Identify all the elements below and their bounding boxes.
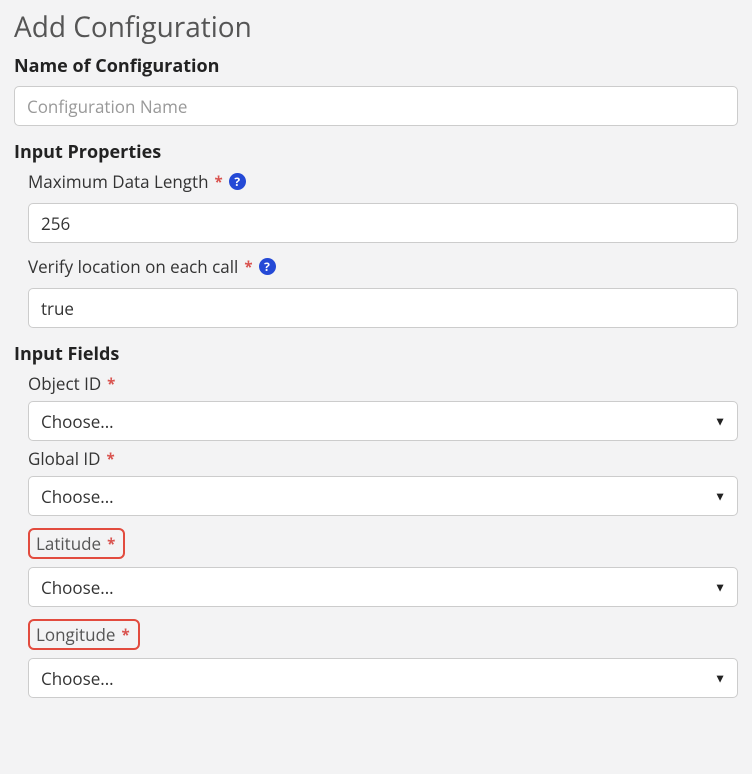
- longitude-label: Longitude: [36, 623, 115, 646]
- object-id-select-wrap: Choose... ▼: [28, 401, 738, 441]
- input-properties-heading: Input Properties: [14, 140, 738, 164]
- verify-location-input[interactable]: [28, 288, 738, 328]
- object-id-label: Object ID: [28, 372, 101, 395]
- verify-location-label: Verify location on each call: [28, 255, 238, 278]
- input-fields-heading: Input Fields: [14, 342, 738, 366]
- required-asterisk: *: [215, 172, 223, 192]
- latitude-select-wrap: Choose... ▼: [28, 567, 738, 607]
- required-asterisk: *: [107, 449, 115, 469]
- name-config-label: Name of Configuration: [14, 54, 738, 78]
- longitude-select-wrap: Choose... ▼: [28, 658, 738, 698]
- required-asterisk: *: [244, 257, 252, 277]
- help-icon[interactable]: ?: [229, 173, 246, 190]
- max-data-length-label: Maximum Data Length: [28, 170, 209, 193]
- global-id-label: Global ID: [28, 447, 101, 470]
- global-id-select[interactable]: Choose...: [28, 476, 738, 516]
- page-title: Add Configuration: [14, 8, 738, 46]
- required-asterisk: *: [107, 534, 115, 554]
- latitude-label-row-highlighted: Latitude *: [28, 528, 125, 559]
- required-asterisk: *: [107, 374, 115, 394]
- required-asterisk: *: [121, 625, 129, 645]
- longitude-select[interactable]: Choose...: [28, 658, 738, 698]
- help-icon[interactable]: ?: [259, 258, 276, 275]
- verify-location-label-row: Verify location on each call * ?: [28, 255, 738, 278]
- object-id-label-row: Object ID *: [28, 372, 738, 395]
- latitude-select[interactable]: Choose...: [28, 567, 738, 607]
- global-id-select-wrap: Choose... ▼: [28, 476, 738, 516]
- longitude-label-row-highlighted: Longitude *: [28, 619, 140, 650]
- latitude-label: Latitude: [36, 532, 101, 555]
- object-id-select[interactable]: Choose...: [28, 401, 738, 441]
- global-id-label-row: Global ID *: [28, 447, 738, 470]
- max-data-length-label-row: Maximum Data Length * ?: [28, 170, 738, 193]
- max-data-length-input[interactable]: [28, 203, 738, 243]
- configuration-name-input[interactable]: [14, 86, 738, 126]
